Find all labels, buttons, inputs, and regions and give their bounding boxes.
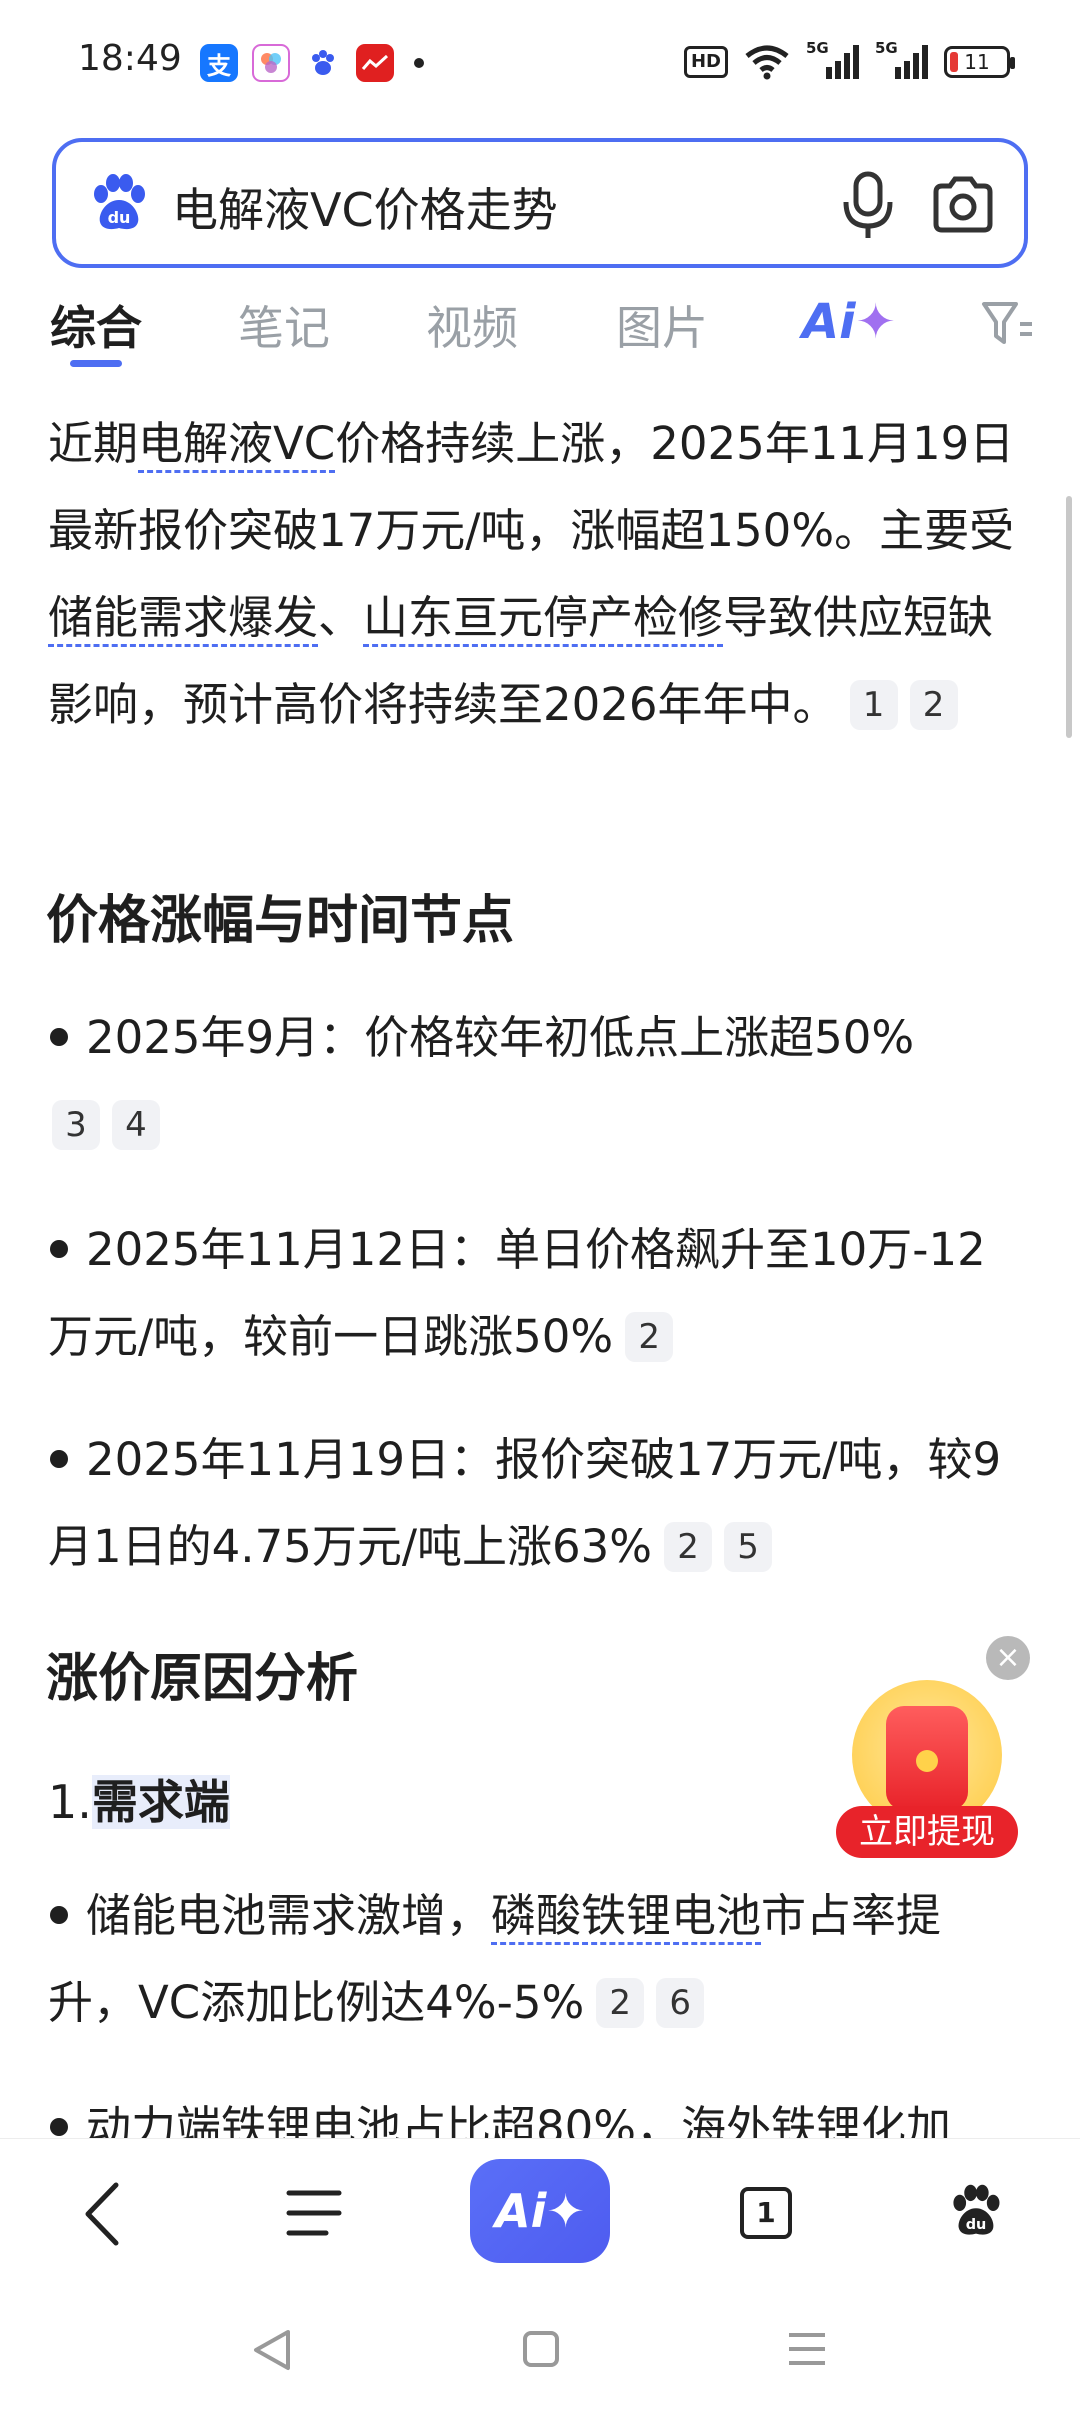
- microphone-icon[interactable]: [836, 170, 900, 240]
- bullet-dot: [50, 1240, 68, 1258]
- stock-app-icon: [356, 44, 394, 82]
- list-item: 储能电池需求激增，磷酸铁锂电池市占率提升，VC添加比例达4%-5% 2 6: [48, 1872, 1008, 2046]
- tab-ai[interactable]: Ai✦: [802, 294, 896, 350]
- sparkle-icon: ✦: [855, 294, 896, 350]
- signal-icon-1: 5G: [806, 39, 859, 79]
- app-flower-icon: [252, 44, 290, 82]
- system-back-icon[interactable]: [252, 2328, 292, 2372]
- system-home-icon[interactable]: [522, 2330, 560, 2368]
- bullet-dot: [50, 2118, 68, 2136]
- menu-icon[interactable]: [286, 2187, 342, 2239]
- battery-level: 11: [964, 50, 990, 74]
- notification-icons: 支: [200, 44, 424, 82]
- signal-icon-2: 5G: [875, 39, 928, 79]
- search-bar[interactable]: du 电解液VC价格走势: [52, 138, 1028, 268]
- back-icon[interactable]: [80, 2179, 124, 2249]
- tab-images[interactable]: 图片: [616, 292, 708, 358]
- status-bar: 18:49 支 HD 5G 5G 11: [0, 0, 1080, 128]
- list-item: 2025年11月19日：报价突破17万元/吨，较9月1日的4.75万元/吨上涨6…: [48, 1416, 1023, 1590]
- citation-badge[interactable]: 2: [596, 1978, 645, 2028]
- ai-assistant-button[interactable]: Ai✦: [470, 2159, 610, 2263]
- bullet-dot: [50, 1028, 68, 1046]
- citation-badge[interactable]: 4: [112, 1100, 160, 1150]
- filter-icon[interactable]: [980, 298, 1034, 348]
- subheading-title: 需求端: [91, 1775, 230, 1829]
- baidu-logo-icon[interactable]: du: [88, 172, 150, 234]
- list-item-text: 2025年11月19日：报价突破17万元/吨，较9月1日的4.75万元/吨上涨6…: [48, 1433, 1002, 1573]
- tabs-count-button[interactable]: 1: [740, 2187, 792, 2239]
- baidu-home-icon[interactable]: du: [948, 2181, 1004, 2241]
- list-item-text: 动力端铁锂电池占比超80%，海外铁锂化加: [86, 2101, 952, 2138]
- baidu-paw-small-icon: [304, 44, 342, 82]
- withdraw-button[interactable]: 立即提现: [836, 1806, 1018, 1858]
- active-tab-indicator: [70, 360, 122, 367]
- camera-icon[interactable]: [930, 172, 996, 238]
- bottom-navigation: Ai✦ 1 du: [0, 2138, 1080, 2286]
- tab-notes[interactable]: 笔记: [238, 292, 330, 358]
- cash-reward-widget[interactable]: × 立即提现: [836, 1636, 1030, 1858]
- intro-text: 近期: [48, 417, 139, 470]
- status-time: 18:49: [78, 38, 182, 79]
- svg-text:du: du: [108, 208, 131, 227]
- section-heading-reasons: 涨价原因分析: [46, 1649, 359, 1709]
- more-notifications-dot: [414, 58, 424, 68]
- intro-paragraph: 近期电解液VC价格持续上涨，2025年11月19日最新报价突破17万元/吨，涨幅…: [48, 400, 1038, 748]
- hd-icon: HD: [683, 46, 728, 78]
- subheading-number: 1.: [48, 1775, 92, 1829]
- list-item-text: 储能电池需求激增，: [86, 1889, 492, 1942]
- citation-badge[interactable]: 2: [664, 1522, 713, 1572]
- citation-badge[interactable]: 1: [849, 680, 898, 730]
- tab-ai-label: Ai: [802, 294, 856, 350]
- close-icon[interactable]: ×: [986, 1636, 1030, 1680]
- system-navigation-bar: [0, 2286, 1080, 2414]
- status-right: HD 5G 5G 11: [683, 39, 1015, 80]
- keyword-link-lfp[interactable]: 磷酸铁锂电池: [491, 1889, 762, 1945]
- search-tabs: 综合 笔记 视频 图片 Ai✦: [0, 282, 1080, 372]
- keyword-link-storage[interactable]: 储能需求爆发: [48, 591, 319, 647]
- citation-badge[interactable]: 6: [656, 1978, 705, 2028]
- alipay-icon: 支: [200, 44, 238, 82]
- keyword-link-vc[interactable]: 电解液VC: [138, 417, 336, 473]
- ai-answer-content: 近期电解液VC价格持续上涨，2025年11月19日最新报价突破17万元/吨，涨幅…: [48, 400, 1038, 748]
- keyword-link-shandong[interactable]: 山东亘元停产检修: [363, 591, 724, 647]
- list-item-text: 2025年9月：价格较年初低点上涨超50%: [86, 1011, 915, 1064]
- wifi-icon: [745, 45, 789, 80]
- list-item: 2025年9月：价格较年初低点上涨超50% 3 4: [48, 994, 1038, 1168]
- list-item: 2025年11月12日：单日价格飙升至10万-12万元/吨，较前一日跳涨50% 2: [48, 1206, 1008, 1380]
- citation-badge[interactable]: 2: [625, 1312, 674, 1362]
- battery-icon: 11: [944, 46, 1015, 78]
- bullet-dot: [50, 1450, 68, 1468]
- list-item: 动力端铁锂电池占比超80%，海外铁锂化加: [48, 2084, 1048, 2138]
- citation-badge[interactable]: 2: [909, 680, 958, 730]
- system-recents-icon[interactable]: [786, 2330, 828, 2368]
- scrollbar[interactable]: [1066, 496, 1072, 738]
- search-input[interactable]: 电解液VC价格走势: [172, 174, 558, 240]
- bullet-dot: [50, 1906, 68, 1924]
- list-item-text: 2025年11月12日：单日价格飙升至10万-12万元/吨，较前一日跳涨50%: [48, 1223, 986, 1363]
- red-envelope-icon: [886, 1706, 968, 1810]
- tab-videos[interactable]: 视频: [426, 292, 518, 358]
- tab-comprehensive[interactable]: 综合: [50, 292, 142, 358]
- svg-text:du: du: [966, 2217, 987, 2233]
- section-heading-price: 价格涨幅与时间节点: [46, 891, 515, 951]
- subheading-demand: 1.需求端: [48, 1766, 230, 1832]
- citation-badge[interactable]: 3: [52, 1100, 100, 1150]
- citation-badge[interactable]: 5: [724, 1522, 773, 1572]
- intro-text: 、: [318, 591, 364, 644]
